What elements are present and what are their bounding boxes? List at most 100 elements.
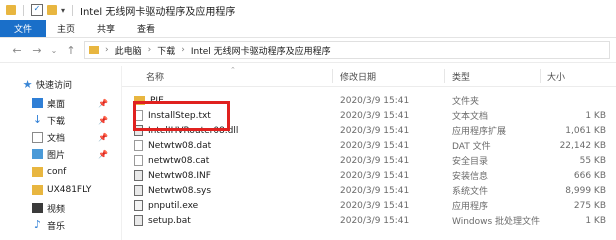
sidebar-item-label: 音乐 (47, 221, 66, 232)
sidebar-item-label: 文档 (47, 133, 66, 144)
column-header-type[interactable]: 类型 (452, 66, 470, 86)
quick-access-toolbar: ✓ ▾ (6, 4, 76, 16)
star-icon: ★ (22, 77, 33, 91)
desktop-icon (32, 98, 43, 108)
column-header-size[interactable]: 大小 (547, 66, 565, 86)
column-header-date[interactable]: 修改日期 (340, 66, 376, 86)
sidebar-item-label: 视频 (47, 204, 66, 215)
sidebar-item-downloads[interactable]: ↓ 下载 (32, 112, 65, 128)
title-bar: ✓ ▾ Intel 无线网卡驱动程序及应用程序 (0, 0, 616, 20)
forward-arrow-icon[interactable]: → (30, 44, 44, 57)
folder-icon (6, 5, 16, 15)
back-arrow-icon[interactable]: ← (10, 44, 24, 57)
file-type: 文本文档 (452, 112, 489, 122)
file-size: 666 KB (573, 170, 606, 181)
file-size: 275 KB (573, 200, 606, 211)
sidebar-item-conf[interactable]: conf (32, 164, 66, 180)
tab-home[interactable]: 主页 (46, 20, 86, 37)
file-date: 2020/3/9 15:41 (340, 215, 410, 226)
file-row[interactable]: netwtw08.cat 2020/3/9 15:41 安全目录 55 KB (122, 153, 616, 168)
file-name: pnputil.exe (148, 200, 199, 211)
file-type: Windows 批处理文件 (452, 217, 541, 227)
chevron-right-icon[interactable]: › (181, 45, 185, 55)
file-size: 22,142 KB (559, 140, 606, 151)
file-date: 2020/3/9 15:41 (340, 185, 410, 196)
sidebar-item-label: UX481FLY (47, 185, 92, 195)
file-date: 2020/3/9 15:41 (340, 155, 410, 166)
folder-icon (89, 46, 99, 54)
file-row[interactable]: pnputil.exe 2020/3/9 15:41 应用程序 275 KB (122, 198, 616, 213)
chevron-right-icon[interactable]: › (148, 45, 152, 55)
sort-up-icon: ⌃ (230, 66, 236, 74)
column-header-name[interactable]: 名称 (146, 66, 164, 86)
folder-icon (32, 185, 43, 195)
sidebar-item-videos[interactable]: 视频 (32, 200, 65, 216)
highlight-box (133, 101, 230, 131)
sidebar-item-desktop[interactable]: 桌面 (32, 95, 65, 111)
music-icon: ♪ (33, 218, 42, 231)
recent-locations-icon[interactable]: ⌄ (50, 46, 58, 55)
file-type: 安全目录 (452, 157, 489, 167)
file-size: 1,061 KB (565, 125, 606, 136)
file-type: 文件夹 (452, 97, 480, 107)
sidebar-item-label: conf (47, 167, 67, 177)
video-icon (32, 203, 43, 213)
file-type: 安装信息 (452, 172, 489, 182)
catalog-file-icon (134, 155, 143, 166)
inf-file-icon (134, 170, 143, 181)
file-date: 2020/3/9 15:41 (340, 125, 410, 136)
breadcrumb-this-pc[interactable]: 此电脑 (115, 44, 142, 57)
file-type: 应用程序扩展 (452, 127, 507, 137)
file-date: 2020/3/9 15:41 (340, 140, 410, 151)
sidebar-item-label: 图片 (47, 150, 66, 161)
file-name: Netwtw08.INF (148, 170, 211, 181)
pin-icon: 📌 (98, 133, 108, 142)
sidebar-item-label: 桌面 (47, 99, 66, 110)
separator (23, 4, 24, 16)
tab-file[interactable]: 文件 (0, 20, 47, 37)
tab-share[interactable]: 共享 (86, 20, 126, 37)
sidebar-item-label: 快速访问 (36, 80, 73, 91)
sidebar-item-music[interactable]: ♪ 音乐 (32, 217, 65, 233)
file-size: 1 KB (585, 110, 606, 121)
file-type: 系统文件 (452, 187, 489, 197)
download-icon: ↓ (32, 113, 43, 126)
pin-icon: 📌 (98, 116, 108, 125)
new-folder-icon[interactable] (47, 5, 57, 15)
breadcrumb-downloads[interactable]: 下载 (157, 44, 175, 57)
picture-icon (32, 149, 43, 159)
nav-buttons: ← → ⌄ ↑ (10, 44, 78, 57)
file-row[interactable]: Netwtw08.sys 2020/3/9 15:41 系统文件 8,999 K… (122, 183, 616, 198)
file-date: 2020/3/9 15:41 (340, 170, 410, 181)
file-date: 2020/3/9 15:41 (340, 110, 410, 121)
column-divider[interactable] (332, 69, 333, 83)
file-row[interactable]: Netwtw08.dat 2020/3/9 15:41 DAT 文件 22,14… (122, 138, 616, 153)
bat-file-icon (134, 215, 143, 226)
file-row[interactable]: Netwtw08.INF 2020/3/9 15:41 安装信息 666 KB (122, 168, 616, 183)
window-title: Intel 无线网卡驱动程序及应用程序 (80, 6, 236, 18)
exe-file-icon (134, 200, 143, 211)
navigation-bar: ← → ⌄ ↑ › 此电脑 › 下载 › Intel 无线网卡驱动程序及应用程序 (0, 38, 616, 63)
column-divider[interactable] (444, 69, 445, 83)
sidebar-item-label: 下载 (47, 116, 66, 127)
chevron-right-icon[interactable]: › (105, 45, 109, 55)
sidebar-item-ux481fly[interactable]: UX481FLY (32, 182, 91, 198)
sys-file-icon (134, 185, 143, 196)
address-bar[interactable]: › 此电脑 › 下载 › Intel 无线网卡驱动程序及应用程序 (84, 41, 610, 59)
ribbon-tabs: 文件 主页 共享 查看 (0, 20, 616, 38)
sidebar-item-quick-access[interactable]: ★ 快速访问 (22, 76, 72, 92)
dropdown-icon[interactable]: ▾ (61, 6, 65, 15)
column-header-row: ⌃ 名称 修改日期 类型 大小 (122, 66, 616, 87)
file-row[interactable]: setup.bat 2020/3/9 15:41 Windows 批处理文件 1… (122, 213, 616, 228)
sidebar-item-pictures[interactable]: 图片 (32, 146, 65, 162)
properties-check-icon[interactable]: ✓ (31, 4, 43, 16)
tab-view[interactable]: 查看 (126, 20, 166, 37)
file-date: 2020/3/9 15:41 (340, 95, 410, 106)
file-type: 应用程序 (452, 202, 489, 212)
breadcrumb-current-folder[interactable]: Intel 无线网卡驱动程序及应用程序 (191, 44, 331, 57)
up-arrow-icon[interactable]: ↑ (64, 44, 78, 57)
sidebar-item-documents[interactable]: 文档 (32, 129, 65, 145)
file-icon (134, 140, 143, 151)
pin-icon: 📌 (98, 99, 108, 108)
column-divider[interactable] (540, 69, 541, 83)
